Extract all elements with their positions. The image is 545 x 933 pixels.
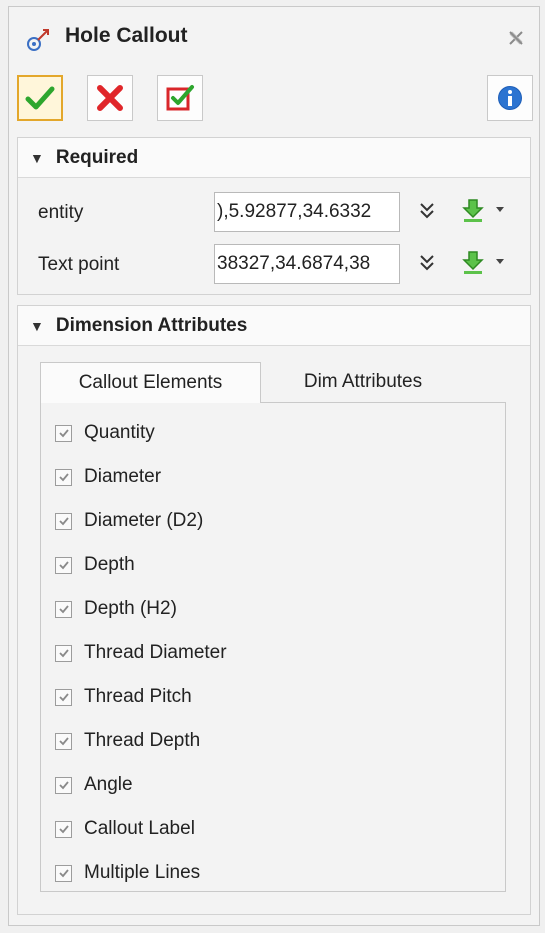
double-chevron-down-icon[interactable] — [416, 200, 438, 222]
attribute-tabs: Callout Elements Dim Attributes — [40, 362, 516, 403]
double-chevron-down-icon[interactable] — [416, 252, 438, 274]
checkbox-label: Depth — [84, 554, 135, 575]
checkmark-icon — [58, 869, 69, 878]
close-icon[interactable] — [505, 27, 527, 49]
checkbox-label: Angle — [84, 774, 133, 795]
dimension-attributes-title: Dimension Attributes — [55, 314, 248, 336]
checkbox-angle[interactable]: Angle — [55, 770, 133, 800]
red-x-icon — [97, 85, 123, 111]
checkbox-diameter[interactable]: Diameter — [55, 462, 161, 492]
checkmark-icon — [58, 825, 69, 834]
checkmark-icon — [58, 561, 69, 570]
tab-callout-elements[interactable]: Callout Elements — [40, 362, 261, 403]
checkmark-icon — [58, 737, 69, 746]
required-header[interactable]: ▼ Required — [18, 138, 530, 178]
checkmark-icon — [58, 693, 69, 702]
checkbox[interactable] — [55, 820, 72, 838]
checkmark-icon — [58, 429, 69, 438]
tab-dim-attributes[interactable]: Dim Attributes — [270, 362, 456, 402]
text-point-row: Text point 38327,34.6874,38 — [18, 242, 530, 288]
checkbox-callout-label[interactable]: Callout Label — [55, 814, 195, 844]
checkbox-multiple-lines[interactable]: Multiple Lines — [55, 858, 200, 888]
checkmark-icon — [58, 473, 69, 482]
required-title: Required — [55, 146, 139, 168]
hole-callout-icon — [27, 29, 49, 51]
checkbox-label: Thread Pitch — [84, 686, 192, 707]
ok-button[interactable] — [17, 75, 63, 121]
checkbox-label: Callout Label — [84, 818, 195, 839]
checkbox-label: Thread Diameter — [84, 642, 227, 663]
checkbox[interactable] — [55, 468, 72, 486]
pick-dropdown-icon[interactable] — [496, 259, 504, 264]
callout-elements-list: Quantity Diameter Diameter (D2) Depth De… — [40, 402, 506, 892]
checkbox[interactable] — [55, 864, 72, 882]
info-icon — [498, 86, 522, 110]
checkbox-depth-h2[interactable]: Depth (H2) — [55, 594, 177, 624]
checkbox[interactable] — [55, 688, 72, 706]
pick-arrow-icon[interactable] — [458, 198, 488, 224]
info-button[interactable] — [487, 75, 533, 121]
apply-checkbox-icon — [166, 85, 194, 111]
checkbox-thread-diameter[interactable]: Thread Diameter — [55, 638, 227, 668]
checkmark-icon — [58, 649, 69, 658]
dimension-attributes-section: ▼ Dimension Attributes Callout Elements … — [17, 305, 531, 915]
panel-titlebar: Hole Callout — [9, 7, 539, 69]
collapse-triangle-icon: ▼ — [30, 317, 44, 334]
hole-callout-panel: Hole Callout ▼ Required entity),5.92877… — [8, 6, 540, 926]
checkmark-icon — [58, 517, 69, 526]
checkbox[interactable] — [55, 424, 72, 442]
required-section: ▼ Required entity ),5.92877,34.6332 Text… — [17, 137, 531, 295]
checkbox-quantity[interactable]: Quantity — [55, 418, 155, 448]
panel-title: Hole Callout — [65, 24, 188, 47]
checkbox[interactable] — [55, 556, 72, 574]
checkbox[interactable] — [55, 600, 72, 618]
dimension-attributes-header[interactable]: ▼ Dimension Attributes — [18, 306, 530, 346]
entity-label: entity — [38, 202, 84, 223]
checkbox-label: Diameter (D2) — [84, 510, 204, 531]
checkbox-label: Depth (H2) — [84, 598, 177, 619]
pick-arrow-icon[interactable] — [458, 250, 488, 276]
checkbox-label: Multiple Lines — [84, 862, 201, 883]
checkbox-thread-pitch[interactable]: Thread Pitch — [55, 682, 192, 712]
checkbox-label: Quantity — [84, 422, 155, 443]
collapse-triangle-icon: ▼ — [30, 149, 44, 166]
checkbox-label: Thread Depth — [84, 730, 201, 751]
checkbox[interactable] — [55, 512, 72, 530]
text-point-input[interactable]: 38327,34.6874,38 — [214, 244, 400, 284]
checkbox[interactable] — [55, 732, 72, 750]
checkmark-icon — [58, 605, 69, 614]
pick-dropdown-icon[interactable] — [496, 207, 504, 212]
apply-button[interactable] — [157, 75, 203, 121]
text-point-label: Text point — [38, 254, 120, 275]
cancel-button[interactable] — [87, 75, 133, 121]
checkbox-diameter-d2[interactable]: Diameter (D2) — [55, 506, 203, 536]
checkbox[interactable] — [55, 644, 72, 662]
checkbox-label: Diameter — [84, 466, 162, 487]
entity-row: entity ),5.92877,34.6332 — [18, 190, 530, 236]
action-toolbar — [9, 71, 539, 129]
checkmark-icon — [58, 781, 69, 790]
checkbox-depth[interactable]: Depth — [55, 550, 135, 580]
entity-input[interactable]: ),5.92877,34.6332 — [214, 192, 400, 232]
checkbox-thread-depth[interactable]: Thread Depth — [55, 726, 200, 756]
green-checkmark-icon — [25, 86, 55, 110]
checkbox[interactable] — [55, 776, 72, 794]
